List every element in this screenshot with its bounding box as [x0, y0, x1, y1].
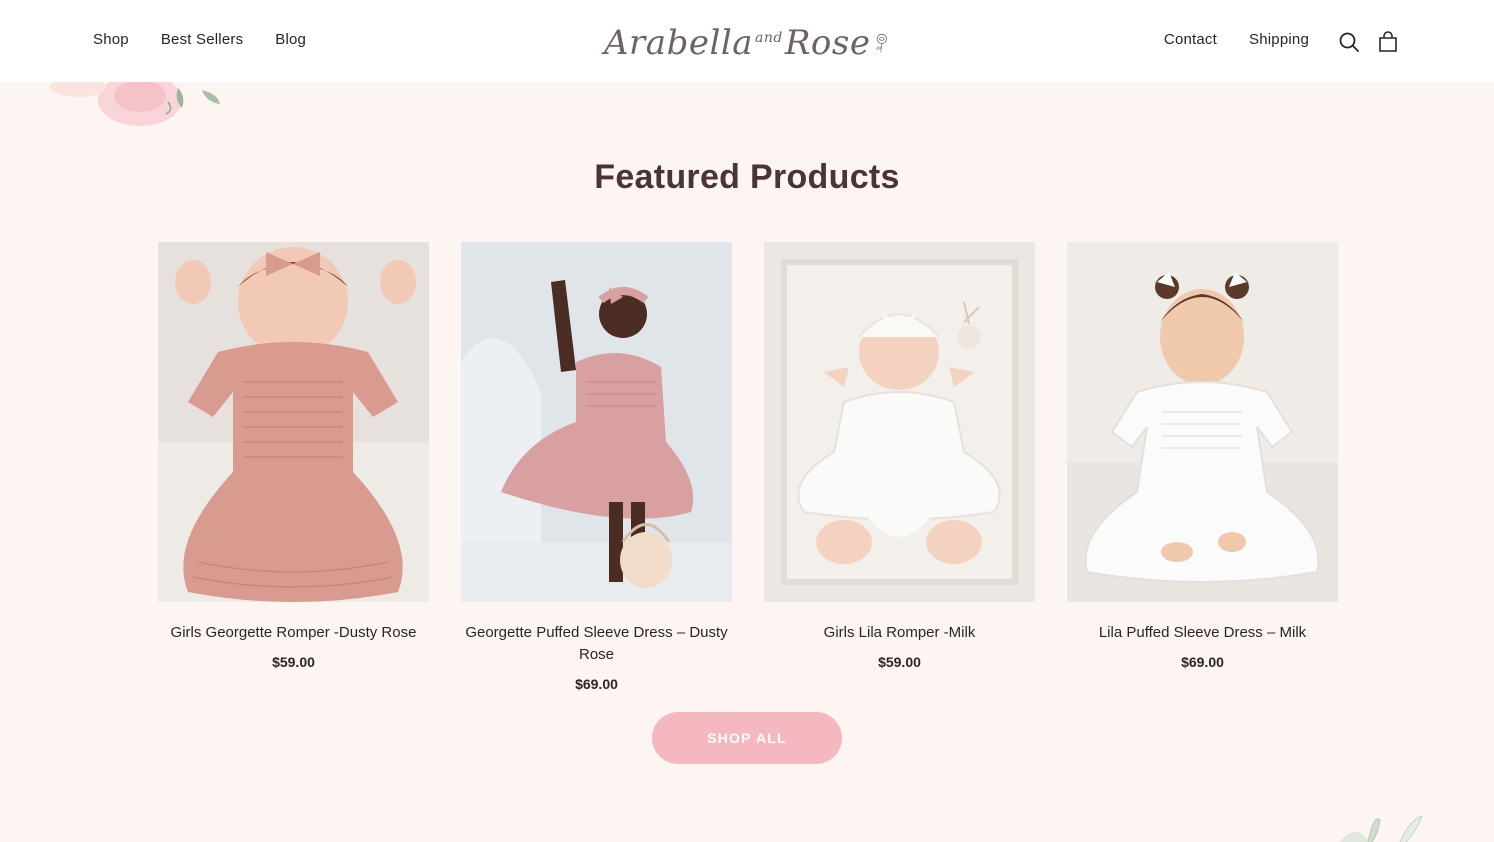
logo-wordmark: Arabella andRose [604, 23, 871, 63]
leaves-decoration-icon [1330, 806, 1430, 842]
rose-decoration-icon [48, 82, 228, 132]
product-card[interactable]: Girls Lila Romper -Milk $59.00 [764, 242, 1035, 692]
product-image[interactable] [764, 242, 1035, 602]
nav-shipping[interactable]: Shipping [1249, 31, 1309, 48]
product-card[interactable]: Georgette Puffed Sleeve Dress – Dusty Ro… [461, 242, 732, 692]
product-price: $69.00 [1181, 654, 1224, 670]
product-image[interactable] [461, 242, 732, 602]
product-name[interactable]: Lila Puffed Sleeve Dress – Milk [1095, 622, 1310, 644]
product-card[interactable]: Lila Puffed Sleeve Dress – Milk $69.00 [1067, 242, 1338, 692]
product-card[interactable]: Girls Georgette Romper -Dusty Rose $59.0… [158, 242, 429, 692]
product-price: $59.00 [272, 654, 315, 670]
nav-blog[interactable]: Blog [275, 31, 306, 48]
shop-all-button[interactable]: SHOP ALL [652, 712, 842, 764]
cart-icon[interactable] [1376, 30, 1400, 54]
nav-contact[interactable]: Contact [1164, 31, 1217, 48]
nav-best-sellers[interactable]: Best Sellers [161, 31, 243, 48]
rose-logo-icon [876, 33, 888, 53]
product-name[interactable]: Georgette Puffed Sleeve Dress – Dusty Ro… [461, 622, 732, 666]
product-name[interactable]: Girls Georgette Romper -Dusty Rose [167, 622, 421, 644]
product-price: $59.00 [878, 654, 921, 670]
search-icon[interactable] [1337, 30, 1361, 54]
secondary-nav: Contact Shipping [1164, 31, 1309, 48]
product-grid: Girls Georgette Romper -Dusty Rose $59.0… [158, 242, 1338, 692]
product-image[interactable] [158, 242, 429, 602]
product-price: $69.00 [575, 676, 618, 692]
nav-shop[interactable]: Shop [93, 31, 129, 48]
site-header: Shop Best Sellers Blog Arabella andRose C… [0, 0, 1494, 82]
product-name[interactable]: Girls Lila Romper -Milk [820, 622, 980, 644]
brand-logo[interactable]: Arabella andRose [604, 14, 890, 72]
primary-nav: Shop Best Sellers Blog [93, 31, 306, 48]
section-title: Featured Products [594, 158, 900, 196]
product-image[interactable] [1067, 242, 1338, 602]
